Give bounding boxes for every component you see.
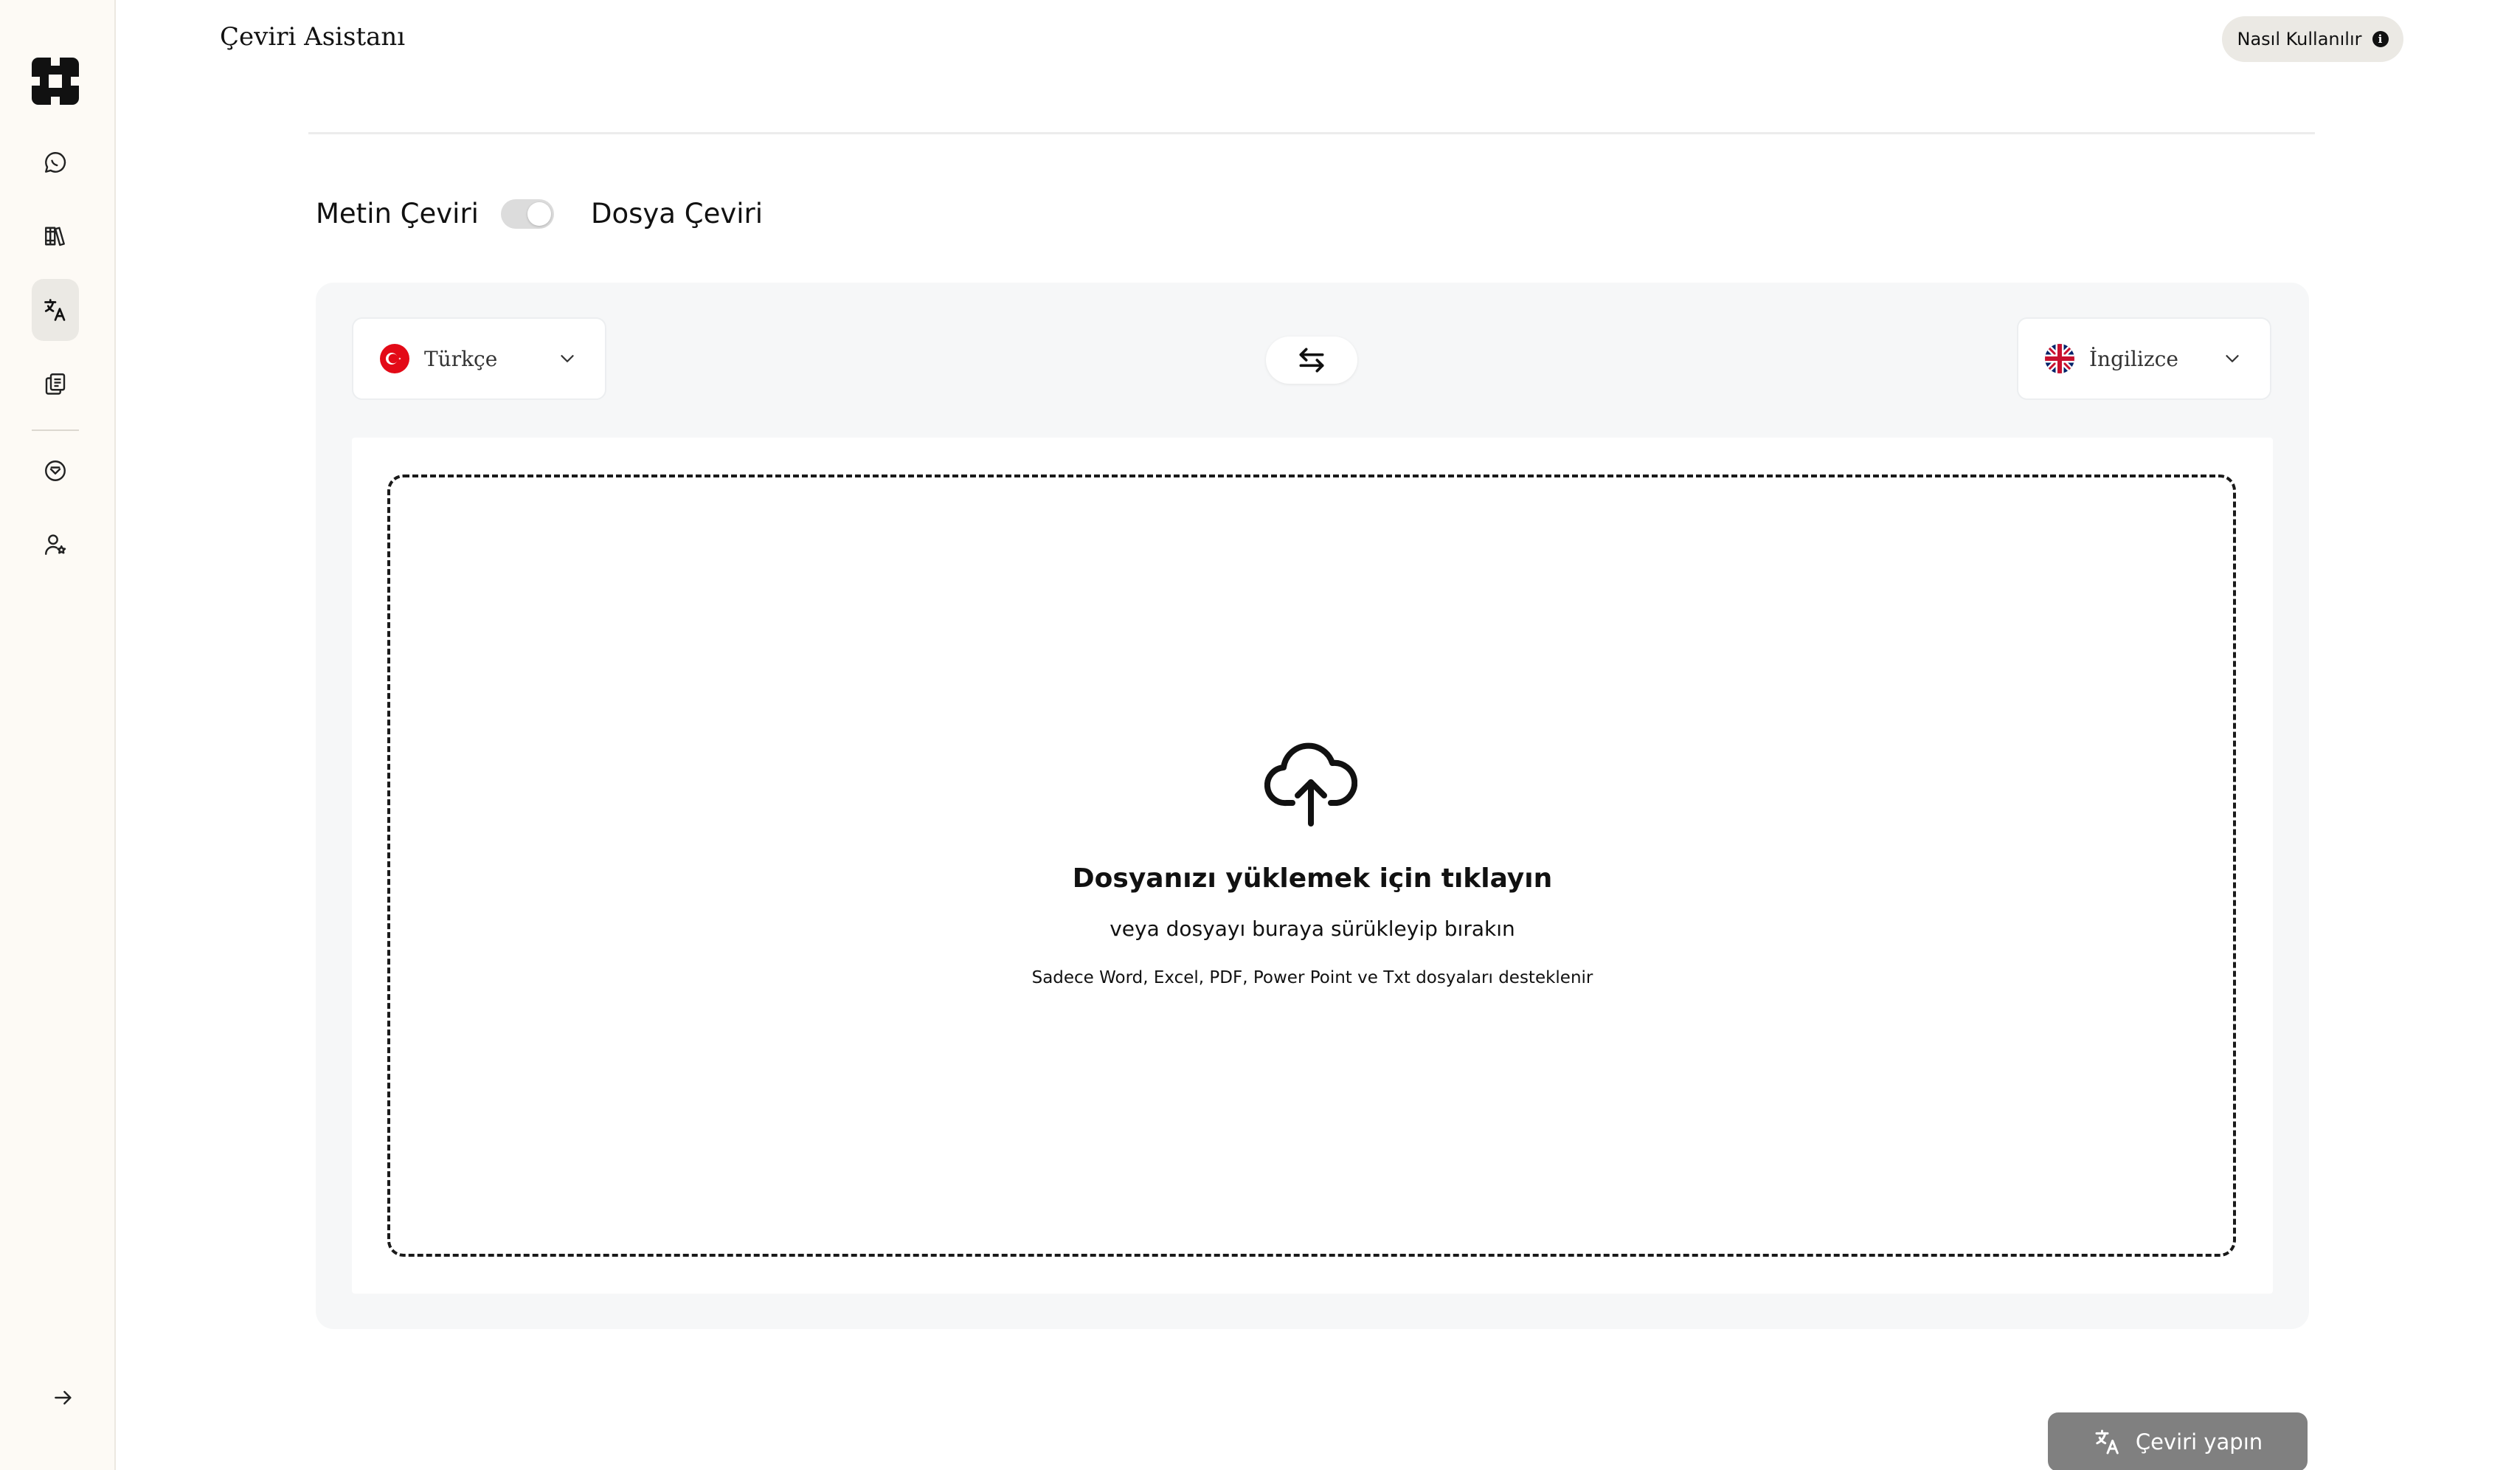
sidebar-item-translate[interactable] [32,279,79,341]
turkey-flag-icon [380,344,409,373]
sidebar [0,0,116,1470]
swap-arrows-icon [1299,348,1324,373]
mode-text-label[interactable]: Metin Çeviri [316,198,479,230]
target-language-label: İngilizce [2089,346,2178,371]
info-icon: i [2372,31,2389,47]
target-language-select[interactable]: İngilizce [2017,317,2271,400]
chat-bubble-icon [45,152,66,173]
user-star-icon [45,534,66,555]
chevron-down-icon [556,348,578,370]
sidebar-item-library[interactable] [32,205,79,267]
source-language-label: Türkçe [424,346,498,371]
uk-flag-icon [2045,344,2074,373]
toggle-knob [527,202,551,226]
dropzone-supported-formats: Sadece Word, Excel, PDF, Power Point ve … [1031,968,1593,987]
swap-languages-button[interactable] [1266,337,1357,384]
translate-button[interactable]: Çeviri yapın [2048,1412,2308,1470]
shield-check-icon [45,460,66,481]
sidebar-collapse-button[interactable] [46,1380,81,1415]
translate-icon [2095,1429,2119,1455]
translate-button-label: Çeviri yapın [2135,1429,2263,1455]
cloud-upload-icon [1264,742,1357,828]
sidebar-divider [32,429,79,431]
sidebar-item-verified[interactable] [32,440,79,502]
mode-file-label[interactable]: Dosya Çeviri [591,198,763,230]
source-language-select[interactable]: Türkçe [352,317,606,400]
documents-icon [45,373,66,395]
arrow-right-icon [55,1390,72,1405]
translate-icon [44,299,66,321]
app-logo[interactable] [32,58,79,105]
sidebar-item-chat[interactable] [32,131,79,193]
mode-toggle[interactable] [501,199,554,229]
sidebar-item-account[interactable] [32,514,79,576]
help-button[interactable]: Nasıl Kullanılır i [2222,16,2403,62]
header-divider [308,132,2315,134]
dropzone-title: Dosyanızı yüklemek için tıklayın [1072,863,1553,894]
books-icon [45,227,65,246]
page-title: Çeviri Asistanı [220,22,406,52]
dropzone-subtitle: veya dosyayı buraya sürükleyip bırakın [1110,917,1515,941]
chevron-down-icon [2221,348,2243,370]
help-button-label: Nasıl Kullanılır [2237,29,2362,49]
sidebar-item-documents[interactable] [32,353,79,415]
